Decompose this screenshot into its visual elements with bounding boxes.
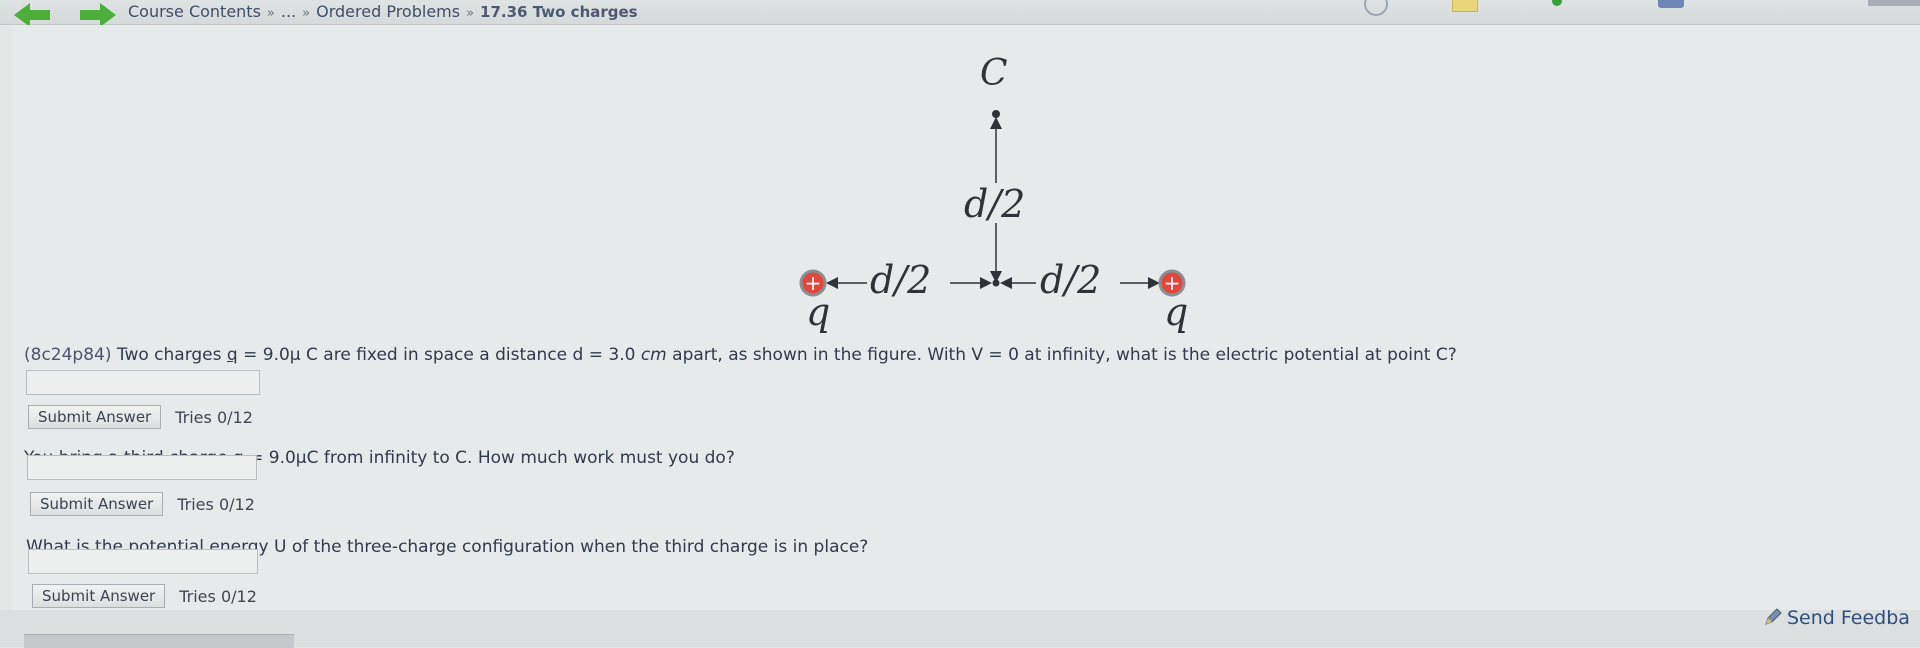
status-dot-icon	[1552, 0, 1562, 6]
submit-answer-2-button[interactable]: Submit Answer	[30, 492, 164, 516]
vertical-distance-label: d/2	[964, 182, 1025, 226]
problem-id: (8c24p84)	[24, 345, 112, 365]
question-variable: q	[226, 345, 238, 365]
problem-content: C d/2 + q d/2 d/2 + q (8c24p84) Two char…	[12, 25, 1920, 610]
top-navigation-bar: Course Contents»...» Ordered Problems» 17.…	[0, 0, 1920, 27]
submit-row-3: Submit Answer Tries 0/12	[32, 584, 257, 608]
left-distance-label: d/2	[870, 258, 931, 302]
toolbar-end-icon[interactable]	[1868, 0, 1920, 6]
answer-1-input[interactable]	[26, 370, 260, 395]
submit-row-1: Submit Answer Tries 0/12	[28, 405, 253, 429]
answer-3-input[interactable]	[28, 549, 258, 574]
question-text: = 9.0μ C are fixed in space a distance d…	[237, 345, 641, 365]
answer-2-input[interactable]	[27, 455, 257, 480]
point-c-label: C	[980, 55, 1008, 94]
charges-figure: C d/2 + q d/2 d/2 + q	[772, 53, 1232, 345]
submit-answer-1-button[interactable]: Submit Answer	[28, 405, 162, 429]
notes-icon[interactable]	[1452, 0, 1478, 12]
point-c-dot	[992, 110, 1000, 118]
left-charge-label: q	[806, 290, 830, 334]
send-feedback-label[interactable]: Send Feedba	[1787, 607, 1910, 629]
feedback-pen-icon	[1765, 608, 1782, 625]
tries-3-counter: Tries 0/12	[179, 586, 257, 606]
question-1-text: (8c24p84) Two charges q = 9.0μ C are fix…	[24, 345, 1457, 365]
tries-1-counter: Tries 0/12	[175, 407, 253, 427]
contents-icon[interactable]	[1658, 0, 1684, 8]
center-point	[992, 279, 1000, 287]
timer-icon[interactable]	[1364, 0, 1388, 16]
right-distance-label: d/2	[1040, 258, 1101, 302]
send-feedback-link[interactable]: Send Feedba	[1763, 607, 1910, 629]
question-text: apart, as shown in the figure. With V = …	[666, 345, 1457, 365]
submit-answer-3-button[interactable]: Submit Answer	[32, 584, 166, 608]
bottom-panel	[24, 634, 294, 648]
right-charge-label: q	[1164, 290, 1188, 334]
submit-row-2: Submit Answer Tries 0/12	[30, 492, 255, 516]
question-unit: cm	[640, 345, 667, 365]
figure-diagram: C d/2 + q d/2 d/2 + q	[799, 53, 1188, 334]
question-text: Two charges	[111, 345, 227, 365]
tries-2-counter: Tries 0/12	[177, 494, 255, 514]
toolbar-tools	[0, 0, 1920, 16]
